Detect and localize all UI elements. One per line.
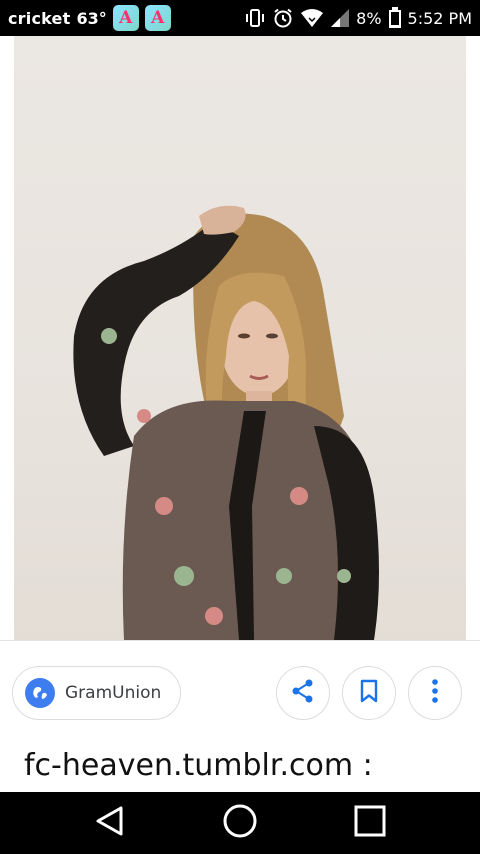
back-button[interactable] xyxy=(70,792,150,854)
home-button[interactable] xyxy=(200,792,280,854)
alarm-icon xyxy=(272,7,294,29)
status-bar: cricket 63° A A 8% 5:52 PM xyxy=(0,0,480,36)
signal-icon xyxy=(330,8,350,28)
recents-icon xyxy=(353,804,387,842)
status-bar-right: 8% 5:52 PM xyxy=(244,7,472,29)
app-notification-icon: A xyxy=(144,5,171,31)
navigation-bar xyxy=(0,792,480,854)
bookmark-icon xyxy=(358,679,380,707)
back-icon xyxy=(93,804,127,842)
battery-icon xyxy=(388,7,402,29)
share-icon xyxy=(290,678,316,708)
share-button[interactable] xyxy=(276,666,330,720)
clock-time: 5:52 PM xyxy=(407,8,472,28)
status-bar-left: cricket 63° A A xyxy=(8,5,171,31)
battery-percent: 8% xyxy=(356,8,382,28)
more-options-button[interactable] xyxy=(408,666,462,720)
divider xyxy=(0,640,480,641)
app-badge-letter: A xyxy=(151,8,165,28)
source-name: GramUnion xyxy=(65,683,162,703)
carrier-name: cricket xyxy=(8,8,71,28)
photo[interactable] xyxy=(14,36,466,640)
home-icon xyxy=(222,803,258,843)
vibrate-icon xyxy=(244,8,266,28)
more-vert-icon xyxy=(430,678,440,708)
page-title[interactable]: fc-heaven.tumblr.com : xyxy=(24,748,464,783)
app-badge-letter: A xyxy=(119,8,133,28)
app-notification-icon: A xyxy=(112,5,139,31)
source-chip[interactable]: GramUnion xyxy=(12,666,181,720)
globe-icon xyxy=(25,678,55,708)
save-button[interactable] xyxy=(342,666,396,720)
wifi-icon xyxy=(300,8,324,28)
temperature: 63° xyxy=(76,8,107,28)
recents-button[interactable] xyxy=(330,792,410,854)
portrait-illustration xyxy=(73,205,379,640)
